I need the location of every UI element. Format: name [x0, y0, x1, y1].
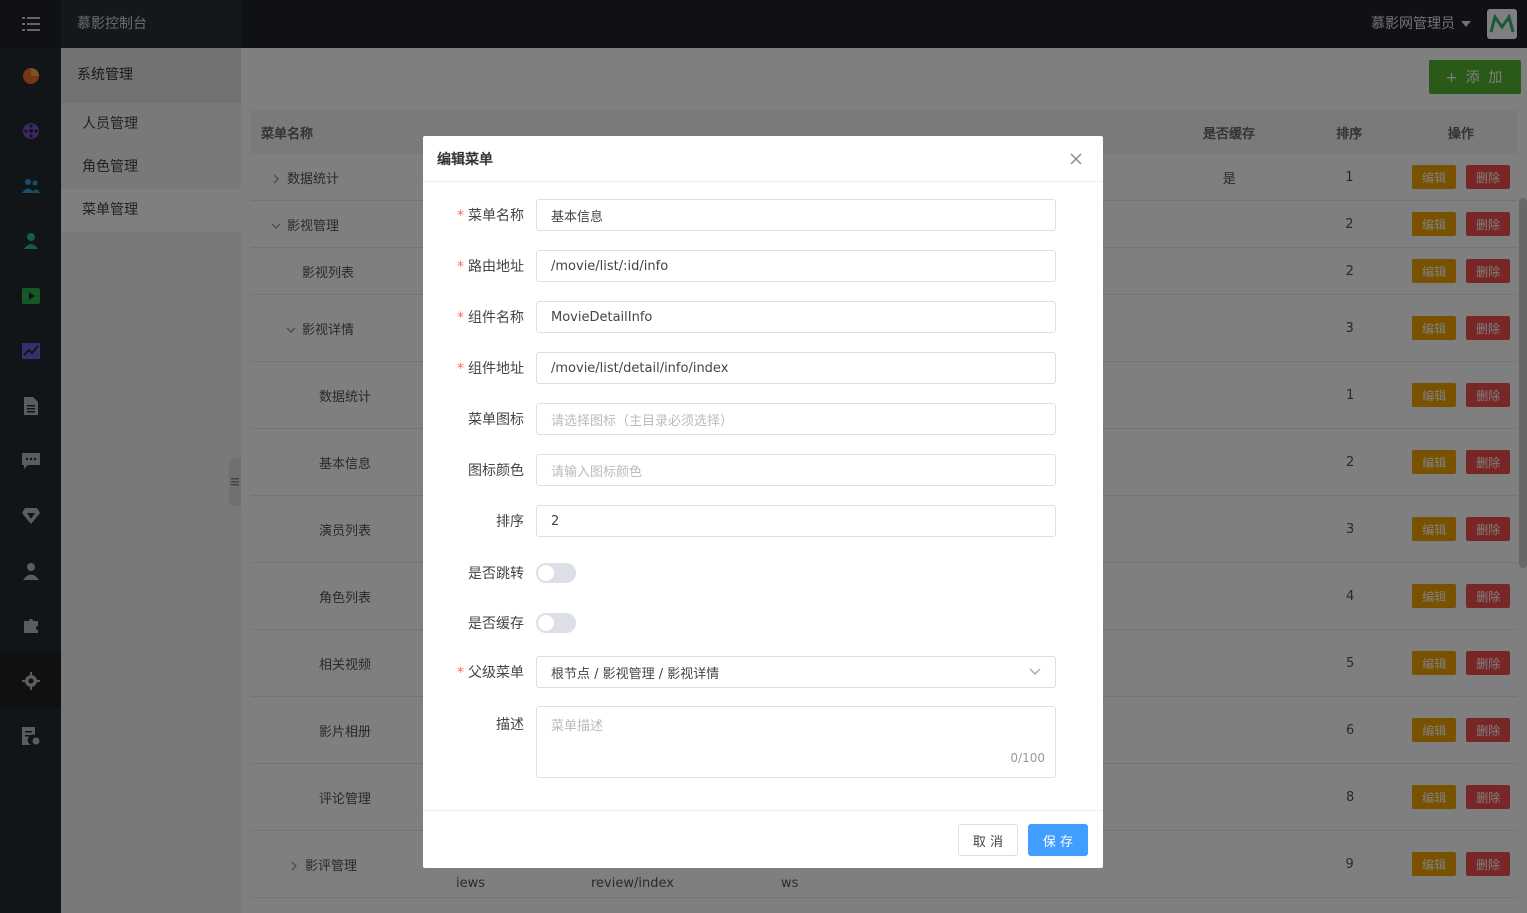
- menu-icon-input[interactable]: 请选择图标（主目录必须选择）: [536, 403, 1056, 435]
- field-component-name: * 组件名称 MovieDetailInfo: [423, 301, 1103, 333]
- label-description: 描述: [496, 717, 524, 733]
- parent-menu-select[interactable]: 根节点 / 影视管理 / 影视详情: [536, 656, 1056, 688]
- toggle-knob: [538, 615, 554, 631]
- label-component-path: 组件地址: [468, 361, 524, 377]
- edit-menu-dialog: 编辑菜单 * 菜单名称 基本信息 * 路由地址 /movie/list/:id/in…: [423, 136, 1103, 868]
- sort-input[interactable]: 2: [536, 505, 1056, 537]
- label-route: 路由地址: [468, 259, 524, 275]
- required-mark: *: [457, 259, 464, 275]
- field-sort: 排序 2: [423, 505, 1103, 537]
- label-sort: 排序: [496, 514, 524, 530]
- cache-toggle[interactable]: [536, 613, 576, 633]
- label-is-redirect: 是否跳转: [468, 566, 524, 582]
- field-parent: * 父级菜单 根节点 / 影视管理 / 影视详情: [423, 656, 1103, 688]
- chevron-down-icon: [1029, 668, 1041, 675]
- label-menu-icon: 菜单图标: [468, 412, 524, 428]
- label-parent: 父级菜单: [468, 665, 524, 681]
- save-button[interactable]: 保 存: [1028, 824, 1088, 856]
- char-count: 0/100: [1010, 751, 1045, 765]
- description-placeholder: 菜单描述: [551, 719, 604, 734]
- required-mark: *: [457, 310, 464, 326]
- field-is-redirect: 是否跳转: [423, 563, 1103, 583]
- required-mark: *: [457, 361, 464, 377]
- field-component-path: * 组件地址 /movie/list/detail/info/index: [423, 352, 1103, 384]
- required-mark: *: [457, 208, 464, 224]
- icon-color-input[interactable]: 请输入图标颜色: [536, 454, 1056, 486]
- description-textarea[interactable]: 菜单描述 0/100: [536, 706, 1056, 778]
- toggle-knob: [538, 565, 554, 581]
- component-path-input[interactable]: /movie/list/detail/info/index: [536, 352, 1056, 384]
- label-icon-color: 图标颜色: [468, 463, 524, 479]
- field-route: * 路由地址 /movie/list/:id/info: [423, 250, 1103, 282]
- field-icon-color: 图标颜色 请输入图标颜色: [423, 454, 1103, 486]
- parent-menu-value: 根节点 / 影视管理 / 影视详情: [551, 666, 720, 682]
- close-icon[interactable]: [1067, 150, 1085, 168]
- label-menu-name: 菜单名称: [468, 208, 524, 224]
- field-menu-icon: 菜单图标 请选择图标（主目录必须选择）: [423, 403, 1103, 435]
- dialog-title: 编辑菜单: [423, 136, 1103, 182]
- cancel-button[interactable]: 取 消: [958, 824, 1018, 856]
- route-input[interactable]: /movie/list/:id/info: [536, 250, 1056, 282]
- field-is-cache: 是否缓存: [423, 613, 1103, 633]
- field-menu-name: * 菜单名称 基本信息: [423, 199, 1103, 231]
- required-mark: *: [457, 665, 464, 681]
- redirect-toggle[interactable]: [536, 563, 576, 583]
- label-is-cache: 是否缓存: [468, 616, 524, 632]
- label-component-name: 组件名称: [468, 310, 524, 326]
- menu-name-input[interactable]: 基本信息: [536, 199, 1056, 231]
- component-name-input[interactable]: MovieDetailInfo: [536, 301, 1056, 333]
- dialog-footer: 取 消 保 存: [423, 810, 1103, 868]
- field-description: 描述 菜单描述 0/100: [423, 706, 1103, 778]
